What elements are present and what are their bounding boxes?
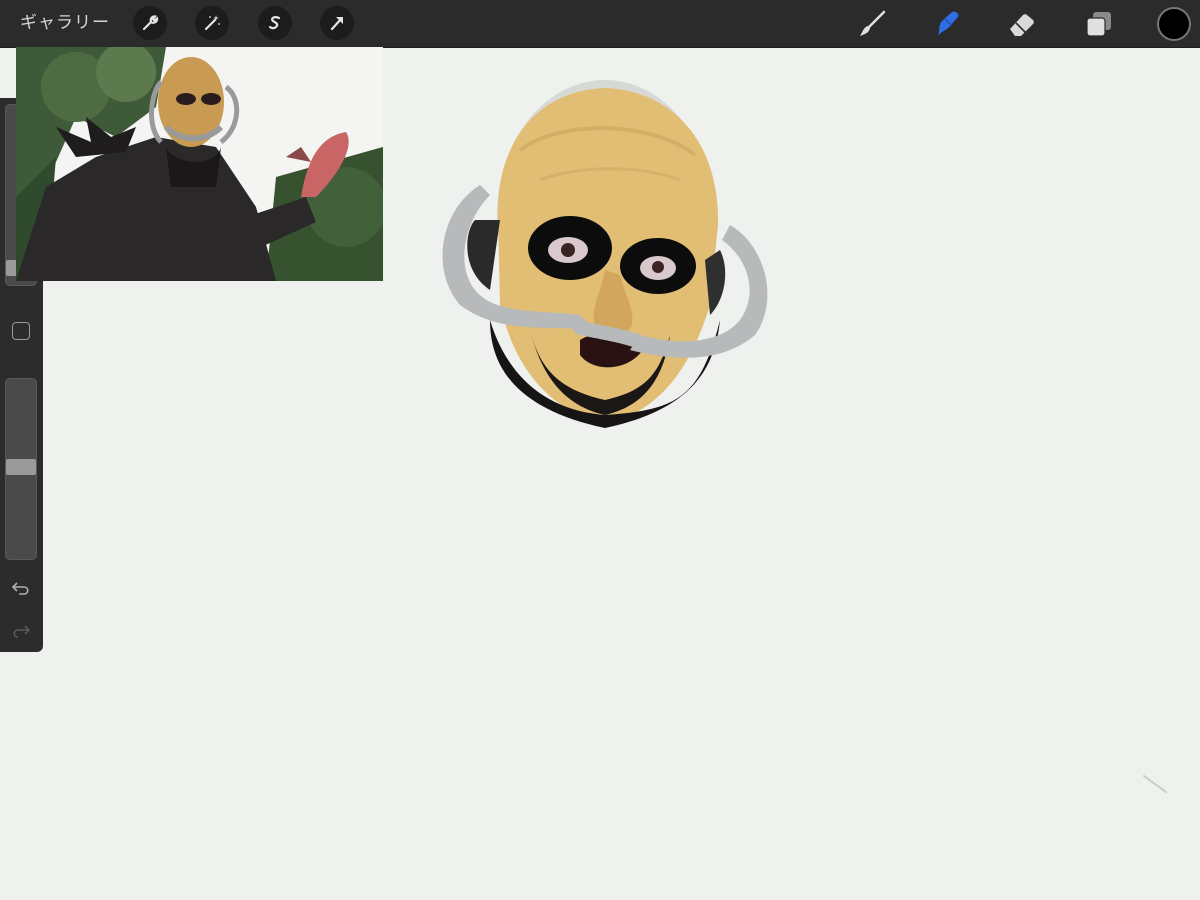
- magic-wand-icon[interactable]: [195, 6, 229, 40]
- stray-brush-mark: [1143, 775, 1167, 793]
- painted-portrait[interactable]: [420, 70, 790, 440]
- brush-icon[interactable]: [856, 8, 888, 40]
- transform-arrow-icon[interactable]: [320, 6, 354, 40]
- eraser-icon[interactable]: [1006, 8, 1038, 40]
- color-swatch[interactable]: [1157, 7, 1191, 41]
- modify-square-icon[interactable]: [12, 322, 30, 340]
- layers-icon[interactable]: [1083, 8, 1115, 40]
- reference-photo[interactable]: [16, 47, 383, 281]
- gallery-button[interactable]: ギャラリー: [20, 11, 110, 35]
- top-toolbar: ギャラリー: [0, 0, 1200, 48]
- selection-s-icon[interactable]: [258, 6, 292, 40]
- redo-icon[interactable]: [10, 620, 32, 642]
- smudge-icon[interactable]: [931, 8, 963, 40]
- wrench-icon[interactable]: [133, 6, 167, 40]
- opacity-thumb[interactable]: [6, 459, 36, 475]
- opacity-slider[interactable]: [5, 378, 37, 560]
- undo-icon[interactable]: [10, 577, 32, 599]
